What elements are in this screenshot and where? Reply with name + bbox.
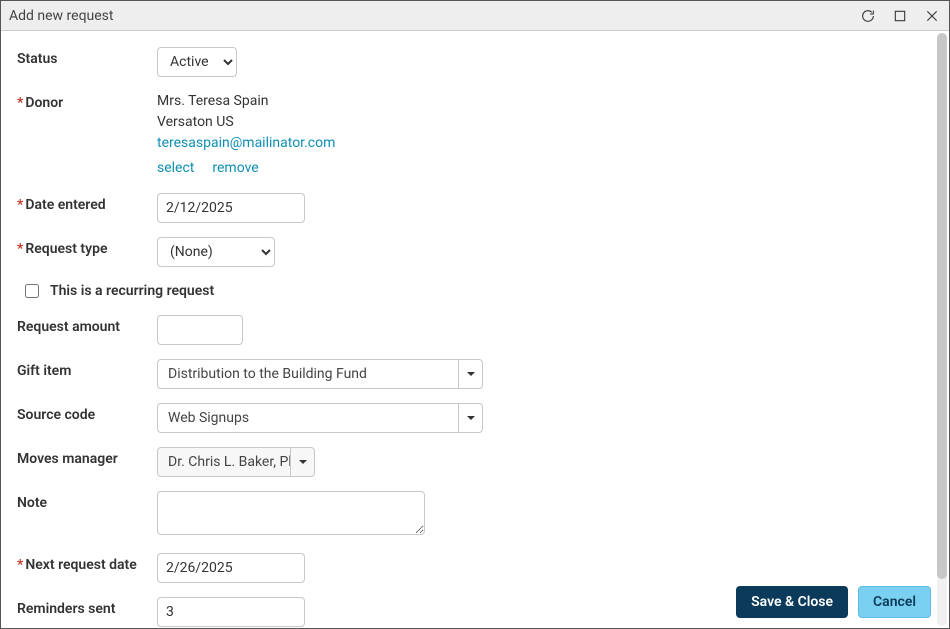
recurring-checkbox[interactable] (25, 284, 39, 298)
dialog-body: Status Active Donor Mrs. Teresa Spain Ve… (1, 31, 949, 628)
chevron-down-icon[interactable] (458, 404, 482, 432)
source-code-value: Web Signups (158, 404, 458, 432)
note-label: Note (17, 491, 157, 511)
reminders-sent-input[interactable] (157, 597, 305, 627)
window-title: Add new request (9, 8, 859, 24)
chevron-down-icon[interactable] (458, 360, 482, 388)
donor-select-action[interactable]: select (157, 158, 194, 179)
date-entered-field[interactable] (157, 193, 305, 223)
source-code-combo[interactable]: Web Signups (157, 403, 483, 433)
refresh-icon[interactable] (859, 7, 877, 25)
gift-item-combo[interactable]: Distribution to the Building Fund (157, 359, 483, 389)
request-type-select[interactable]: (None) (157, 237, 275, 267)
status-select[interactable]: Active (157, 47, 237, 77)
save-close-button[interactable]: Save & Close (736, 586, 848, 618)
source-code-label: Source code (17, 403, 157, 423)
reminders-sent-label: Reminders sent (17, 597, 157, 617)
close-icon[interactable] (923, 7, 941, 25)
moves-manager-label: Moves manager (17, 447, 157, 467)
cancel-button[interactable]: Cancel (858, 586, 931, 618)
next-request-date-field[interactable] (157, 553, 305, 583)
window-controls (859, 7, 941, 25)
maximize-icon[interactable] (891, 7, 909, 25)
scrollbar-thumb[interactable] (937, 33, 947, 579)
next-request-date-label: Next request date (17, 553, 157, 573)
moves-manager-combo[interactable]: Dr. Chris L. Baker, PhD (157, 447, 315, 477)
donor-label: Donor (17, 91, 157, 111)
gift-item-label: Gift item (17, 359, 157, 379)
gift-item-value: Distribution to the Building Fund (158, 360, 458, 388)
donor-block: Mrs. Teresa Spain Versaton US teresaspai… (157, 91, 919, 179)
next-request-date-input[interactable] (158, 554, 305, 582)
request-amount-label: Request amount (17, 315, 157, 335)
request-amount-input[interactable] (157, 315, 243, 345)
note-textarea[interactable] (157, 491, 425, 535)
title-bar: Add new request (1, 1, 949, 31)
date-entered-label: Date entered (17, 193, 157, 213)
scrollbar[interactable] (937, 33, 947, 626)
date-entered-input[interactable] (158, 194, 305, 222)
dialog-window: Add new request Status Active (0, 0, 950, 629)
donor-org: Versaton US (157, 112, 919, 133)
chevron-down-icon[interactable] (290, 448, 314, 476)
status-label: Status (17, 47, 157, 67)
donor-name: Mrs. Teresa Spain (157, 91, 919, 112)
recurring-label: This is a recurring request (50, 283, 214, 299)
moves-manager-value: Dr. Chris L. Baker, PhD (158, 448, 290, 476)
request-type-label: Request type (17, 237, 157, 257)
form-area: Status Active Donor Mrs. Teresa Spain Ve… (1, 31, 935, 628)
donor-email-link[interactable]: teresaspain@mailinator.com (157, 133, 919, 154)
button-bar: Save & Close Cancel (736, 586, 931, 618)
donor-remove-action[interactable]: remove (212, 158, 258, 179)
